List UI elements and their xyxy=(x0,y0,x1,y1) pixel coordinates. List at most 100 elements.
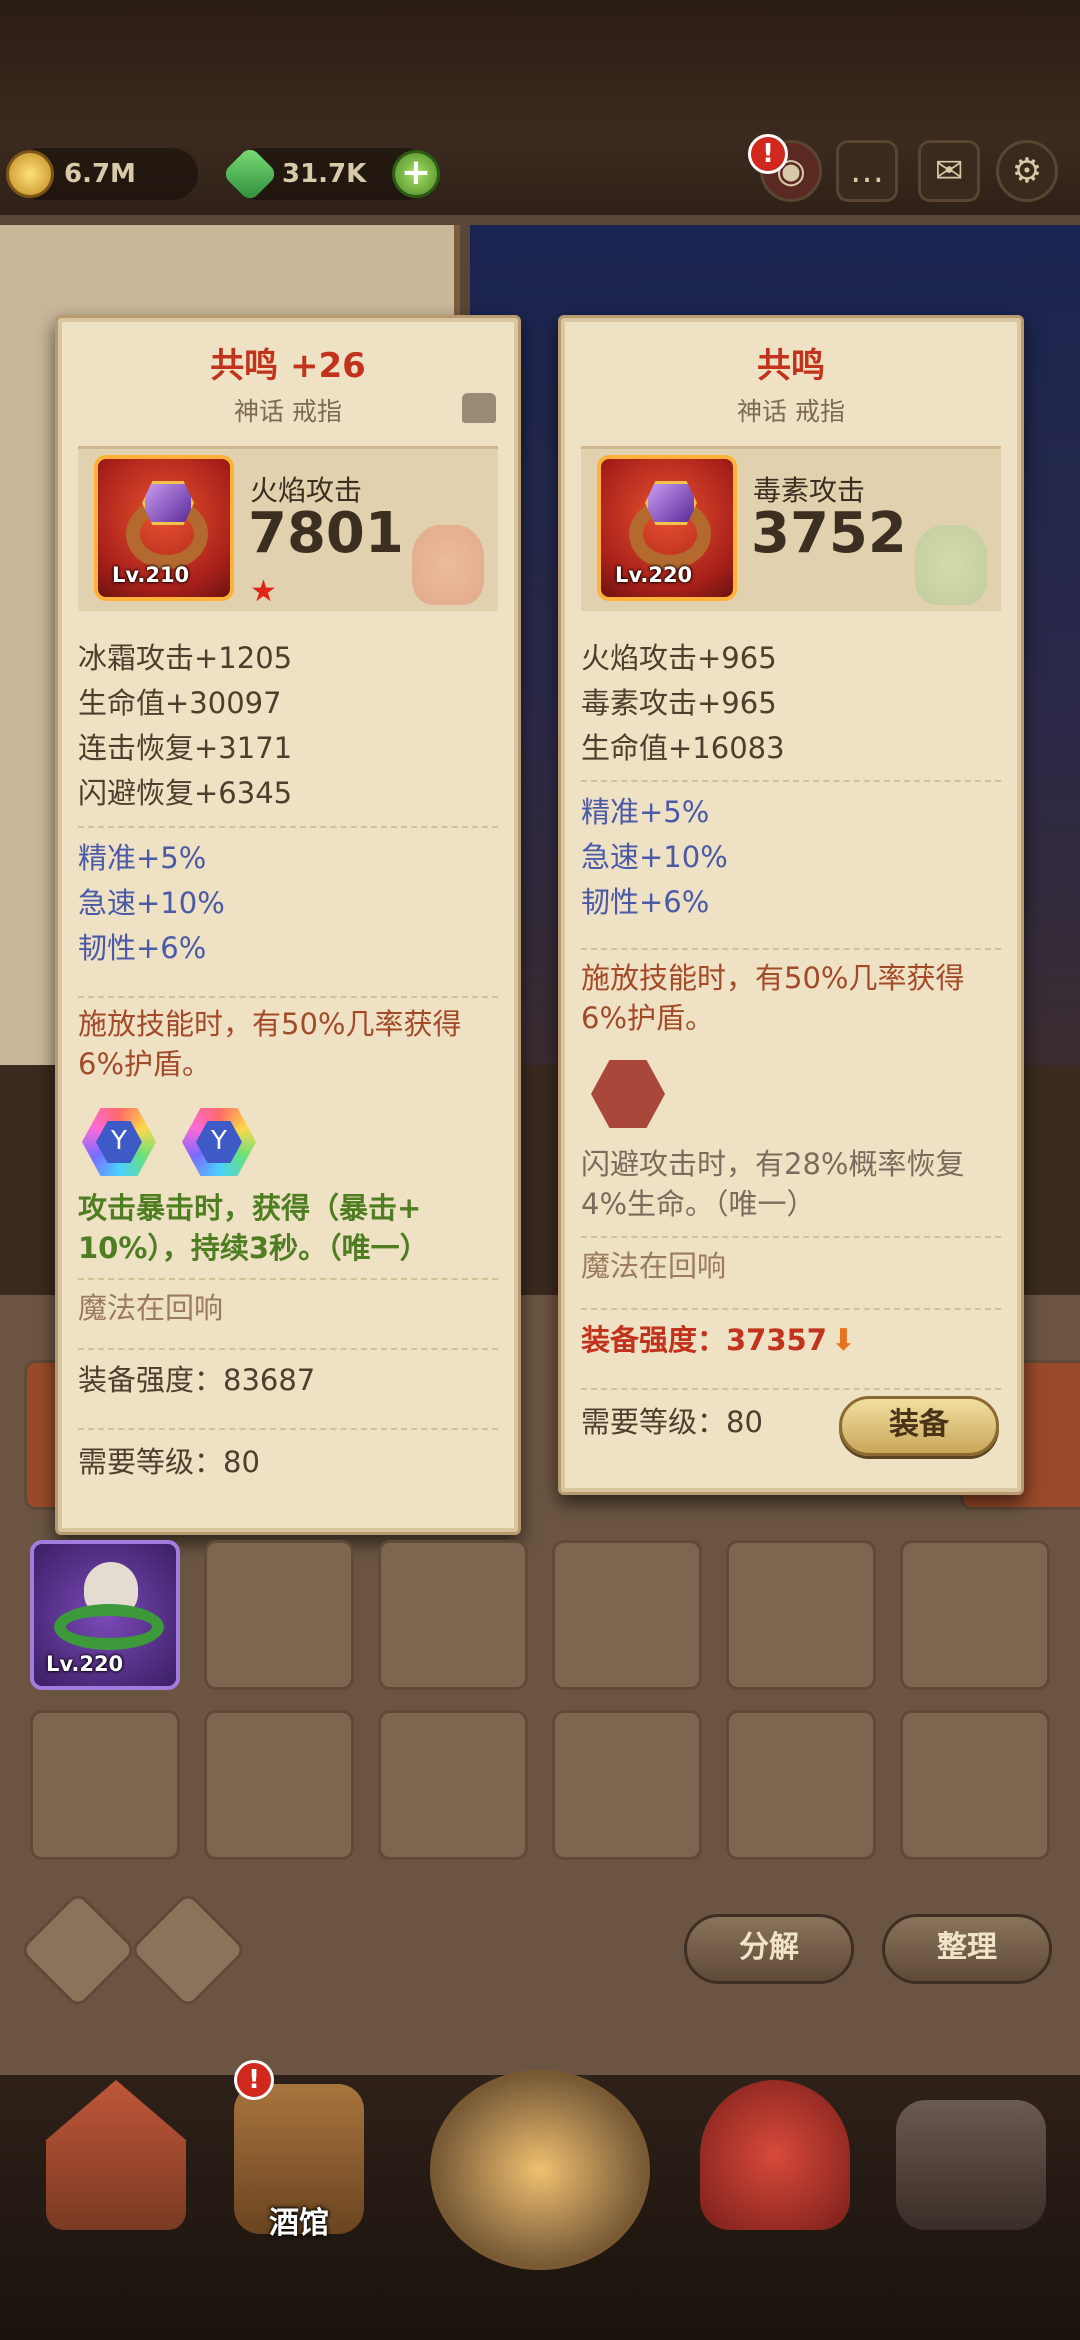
chat-icon[interactable]: … xyxy=(836,140,898,202)
adventure-map-icon xyxy=(430,2070,650,2270)
equip-button[interactable]: 装备 xyxy=(839,1396,999,1456)
base-stats: 火焰攻击+965 毒素攻击+965 生命值+16083 xyxy=(581,636,1001,771)
decompose-button[interactable]: 分解 xyxy=(684,1914,854,1984)
bonus-stats: 精准+5% 急速+10% 韧性+6% xyxy=(78,826,498,971)
gem-effect-line: 闪避攻击时，有28%概率恢复 xyxy=(581,1147,965,1181)
item-power-row: 装备强度：37357 ⬇ xyxy=(581,1318,1001,1363)
main-stat-value: 7801 xyxy=(248,501,404,566)
arrow-down-icon: ⬇ xyxy=(830,1323,857,1358)
purple-gem-icon xyxy=(142,481,194,525)
gold-amount: 6.7M xyxy=(64,159,136,189)
sort-button[interactable]: 整理 xyxy=(882,1914,1052,1984)
echo-row: 魔法在回响 xyxy=(78,1278,498,1331)
ring-item-icon: Lv.210 xyxy=(94,455,234,601)
echo-text: 魔法在回响 xyxy=(581,1249,727,1283)
gem-socket[interactable]: Y xyxy=(82,1108,156,1176)
bonus-line: 精准+5% xyxy=(78,841,207,875)
inventory-slot[interactable] xyxy=(378,1710,528,1860)
stat-line: 生命值+30097 xyxy=(78,686,282,720)
skill-line: 施放技能时，有50%几率获得 xyxy=(581,961,965,995)
item-rarity-type: 神话 戒指 xyxy=(737,397,845,426)
inventory-item-ring[interactable]: Lv.220 xyxy=(30,1540,180,1690)
inventory-slot[interactable] xyxy=(30,1710,180,1860)
stat-line: 火焰攻击+965 xyxy=(581,641,777,675)
item-title: 共鸣 xyxy=(757,346,825,386)
item-header: Lv.220 毒素攻击 3752 xyxy=(581,446,1001,611)
item-power: 装备强度：83687 xyxy=(78,1363,316,1397)
item-rarity-type: 神话 戒指 xyxy=(234,397,342,426)
bonus-line: 急速+10% xyxy=(581,840,728,874)
empty-gem-socket[interactable] xyxy=(591,1060,665,1128)
inventory-slot[interactable] xyxy=(204,1540,354,1690)
compare-item-card: 共鸣 神话 戒指 Lv.220 毒素攻击 3752 火焰攻击+965 毒素攻击+… xyxy=(558,315,1024,1495)
purple-gem-icon xyxy=(645,481,697,525)
alert-badge: ! xyxy=(748,134,788,174)
gem-effect-line: 10%），持续3秒。（唯一） xyxy=(78,1231,429,1265)
nav-tavern[interactable]: ! 酒馆 xyxy=(214,2060,384,2241)
base-stats: 冰霜攻击+1205 生命值+30097 连击恢复+3171 闪避恢复+6345 xyxy=(78,636,498,816)
nav-adventure[interactable] xyxy=(420,2060,660,2270)
stat-line: 连击恢复+3171 xyxy=(78,731,293,765)
item-level: Lv.210 xyxy=(112,563,190,587)
nav-hero[interactable] xyxy=(690,2060,860,2230)
ring-item-icon: Lv.220 xyxy=(597,455,737,601)
main-stat-value: 3752 xyxy=(751,501,907,566)
skill-line: 6%护盾。 xyxy=(78,1047,212,1081)
bonus-line: 精准+5% xyxy=(581,795,710,829)
echo-row: 魔法在回响 xyxy=(581,1236,1001,1289)
nav-home[interactable] xyxy=(28,2060,198,2230)
gold-counter: 6.7M xyxy=(6,148,198,200)
rune-icon: Y xyxy=(96,1121,142,1163)
bonus-line: 韧性+6% xyxy=(78,931,207,965)
stat-line: 毒素攻击+965 xyxy=(581,686,777,720)
item-title: 共鸣 +26 xyxy=(210,346,366,386)
inventory-slot[interactable] xyxy=(204,1710,354,1860)
skill-effect: 施放技能时，有50%几率获得 6%护盾。 xyxy=(78,996,498,1084)
bonus-stats: 精准+5% 急速+10% 韧性+6% xyxy=(581,780,1001,925)
tavern-label: 酒馆 xyxy=(269,2206,329,2241)
gem-socket[interactable]: Y xyxy=(182,1108,256,1176)
level-row: 需要等级：80 xyxy=(78,1428,498,1485)
star-icon: ★ xyxy=(250,574,277,609)
rune-icon: Y xyxy=(196,1121,242,1163)
stat-line: 生命值+16083 xyxy=(581,731,785,765)
item-power: 装备强度：37357 xyxy=(581,1323,827,1357)
nav-forge[interactable] xyxy=(886,2060,1056,2230)
inventory-slot[interactable] xyxy=(552,1710,702,1860)
inventory-slot[interactable] xyxy=(900,1710,1050,1860)
green-ring-icon xyxy=(54,1604,164,1650)
item-level: Lv.220 xyxy=(46,1652,124,1676)
power-row: 装备强度：83687 xyxy=(78,1348,498,1403)
gem-counter: 31.7K + xyxy=(221,145,440,203)
gold-coin-icon xyxy=(6,150,54,198)
current-item-card: 共鸣 +26 神话 戒指 Lv.210 火焰攻击 7801 ★ 冰霜攻击+120… xyxy=(55,315,521,1535)
gem-effect-line: 攻击暴击时，获得（暴击+ xyxy=(78,1191,422,1225)
inventory-slot[interactable] xyxy=(378,1540,528,1690)
gem-effect: 攻击暴击时，获得（暴击+ 10%），持续3秒。（唯一） xyxy=(78,1188,498,1268)
mail-icon[interactable]: ✉ xyxy=(918,140,980,202)
poison-element-icon xyxy=(915,525,987,605)
shirt-icon xyxy=(462,393,496,423)
alert-badge: ! xyxy=(234,2060,274,2100)
skill-effect: 施放技能时，有50%几率获得 6%护盾。 xyxy=(581,948,1001,1038)
power-row: 装备强度：37357 ⬇ xyxy=(581,1308,1001,1363)
stat-line: 闪避恢复+6345 xyxy=(78,776,293,810)
inventory-slot[interactable] xyxy=(900,1540,1050,1690)
echo-text: 魔法在回响 xyxy=(78,1291,224,1325)
house-icon xyxy=(46,2080,186,2230)
inventory-slot[interactable] xyxy=(726,1710,876,1860)
hero-helmet-icon xyxy=(700,2080,850,2230)
bonus-line: 韧性+6% xyxy=(581,885,710,919)
inventory-slot[interactable] xyxy=(552,1540,702,1690)
settings-icon[interactable]: ⚙ xyxy=(996,140,1058,202)
gem-effect-line: 4%生命。（唯一） xyxy=(581,1187,816,1221)
item-level: Lv.220 xyxy=(615,563,693,587)
add-gems-button[interactable]: + xyxy=(392,150,440,198)
item-header: Lv.210 火焰攻击 7801 ★ xyxy=(78,446,498,611)
gem-amount: 31.7K xyxy=(282,159,367,189)
inventory-slot[interactable] xyxy=(726,1540,876,1690)
skill-line: 6%护盾。 xyxy=(581,1001,715,1035)
forge-cauldron-icon xyxy=(896,2100,1046,2230)
skill-line: 施放技能时，有50%几率获得 xyxy=(78,1007,462,1041)
fire-element-icon xyxy=(412,525,484,605)
